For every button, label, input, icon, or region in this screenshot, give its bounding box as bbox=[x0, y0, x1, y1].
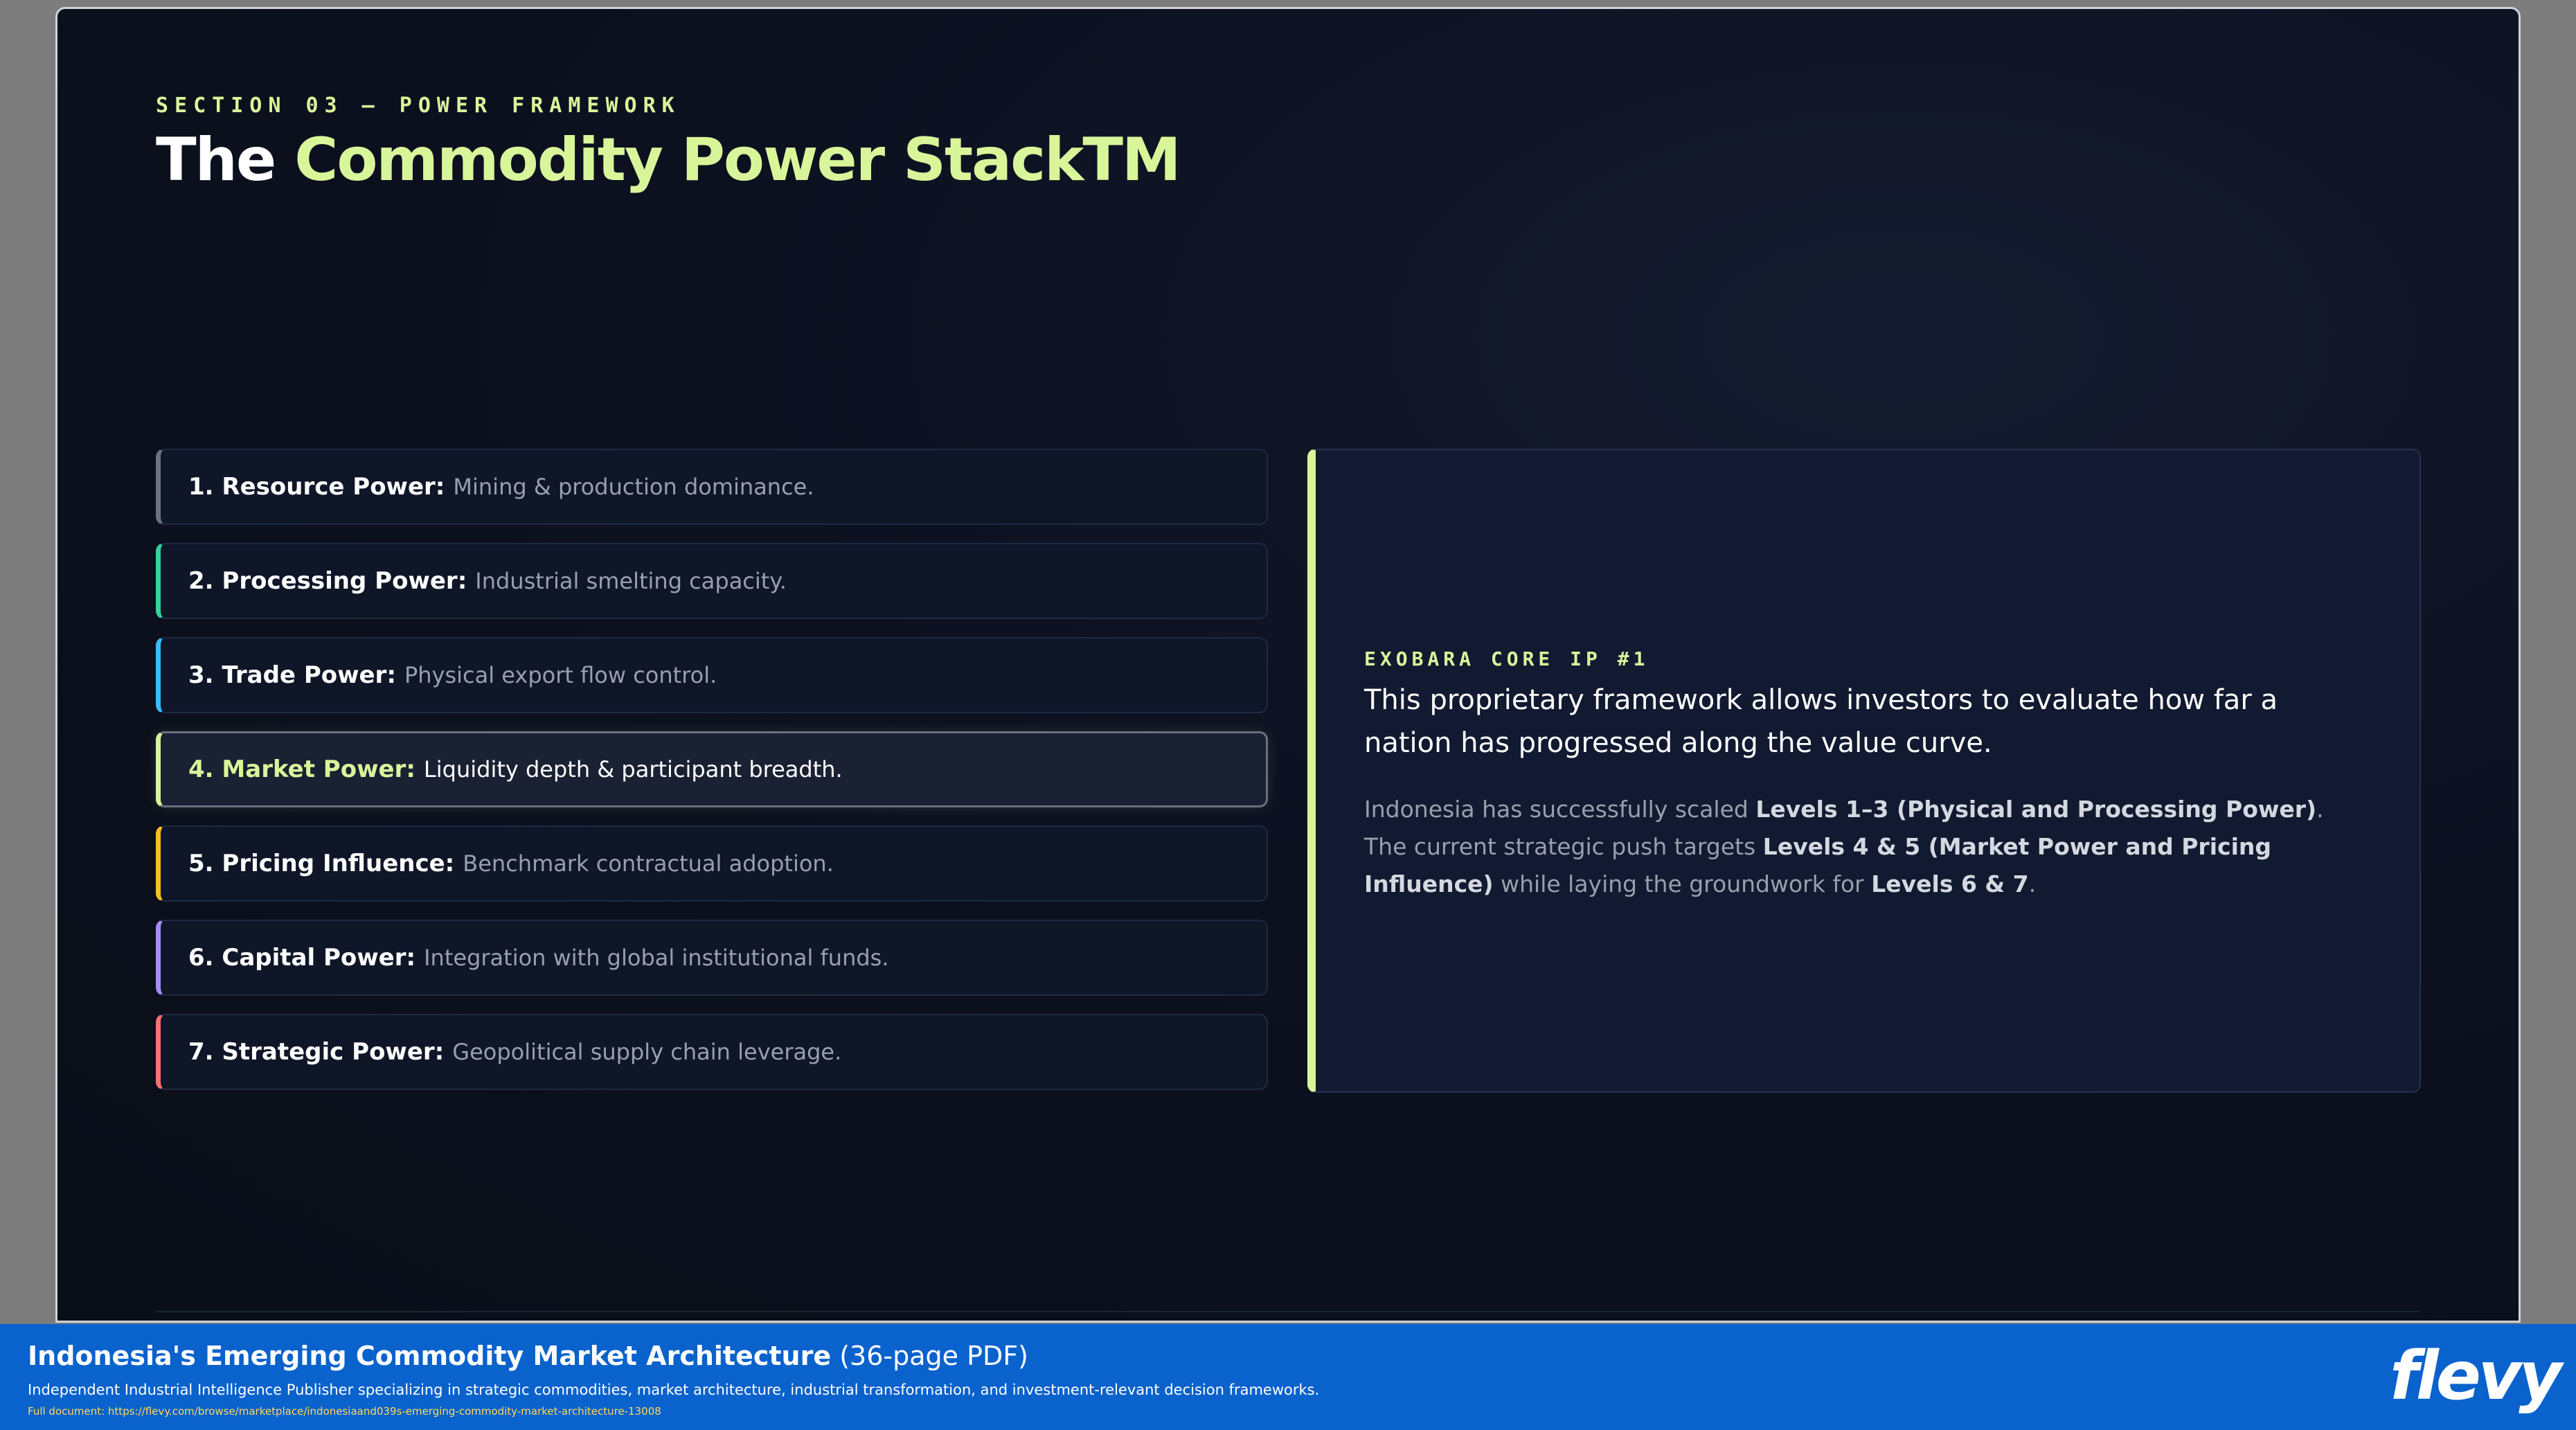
card-body: Indonesia has successfully scaled Levels… bbox=[1364, 796, 2324, 897]
level-name: 5. Pricing Influence: bbox=[188, 850, 455, 877]
card-lead: This proprietary framework allows invest… bbox=[1364, 684, 2278, 759]
level-description: Geopolitical supply chain leverage. bbox=[452, 1039, 842, 1065]
level-name: 6. Capital Power: bbox=[188, 944, 416, 972]
level-item: 4. Market Power: Liquidity depth & partic… bbox=[156, 731, 1268, 807]
slide: SECTION 03 — POWER FRAMEWORK The Commodit… bbox=[55, 7, 2521, 1323]
slide-title: The Commodity Power StackTM bbox=[156, 125, 1181, 195]
publisher-tagline: Independent Industrial Intelligence Publ… bbox=[28, 1382, 1320, 1398]
level-name: 7. Strategic Power: bbox=[188, 1038, 445, 1066]
level-item: 1. Resource Power: Mining & production do… bbox=[156, 449, 1268, 525]
document-title[interactable]: Indonesia's Emerging Commodity Market Ar… bbox=[28, 1341, 1028, 1371]
level-item: 7. Strategic Power: Geopolitical supply c… bbox=[156, 1014, 1268, 1090]
level-name: 3. Trade Power: bbox=[188, 661, 396, 689]
level-item: 6. Capital Power: Integration with global… bbox=[156, 920, 1268, 996]
level-description: Integration with global institutional fu… bbox=[424, 945, 889, 971]
level-name: 1. Resource Power: bbox=[188, 473, 445, 501]
level-description: Mining & production dominance. bbox=[453, 474, 814, 500]
level-item: 2. Processing Power: Industrial smelting … bbox=[156, 543, 1268, 619]
level-item: 3. Trade Power: Physical export flow cont… bbox=[156, 637, 1268, 713]
core-ip-card: EXOBARA CORE IP #1 This proprietary fram… bbox=[1307, 449, 2421, 1093]
title-accent: Commodity Power StackTM bbox=[294, 125, 1181, 195]
level-description: Industrial smelting capacity. bbox=[475, 568, 787, 594]
title-prefix: The bbox=[156, 125, 276, 195]
level-description: Physical export flow control. bbox=[404, 662, 717, 688]
level-item: 5. Pricing Influence: Benchmark contractu… bbox=[156, 825, 1268, 902]
card-tag: EXOBARA CORE IP #1 bbox=[1364, 647, 1649, 670]
section-eyebrow: SECTION 03 — POWER FRAMEWORK bbox=[156, 93, 681, 118]
footer-divider bbox=[156, 1311, 2420, 1312]
level-description: Liquidity depth & participant breadth. bbox=[423, 756, 843, 783]
level-name: 2. Processing Power: bbox=[188, 567, 467, 595]
level-description: Benchmark contractual adoption. bbox=[463, 850, 834, 877]
document-link[interactable]: Full document: https://flevy.com/browse/… bbox=[28, 1405, 661, 1418]
flevy-logo[interactable]: flevy bbox=[2390, 1338, 2562, 1414]
power-stack-list: 1. Resource Power: Mining & production do… bbox=[156, 449, 1268, 1108]
document-banner[interactable]: Indonesia's Emerging Commodity Market Ar… bbox=[0, 1324, 2576, 1430]
level-name: 4. Market Power: bbox=[188, 756, 415, 783]
